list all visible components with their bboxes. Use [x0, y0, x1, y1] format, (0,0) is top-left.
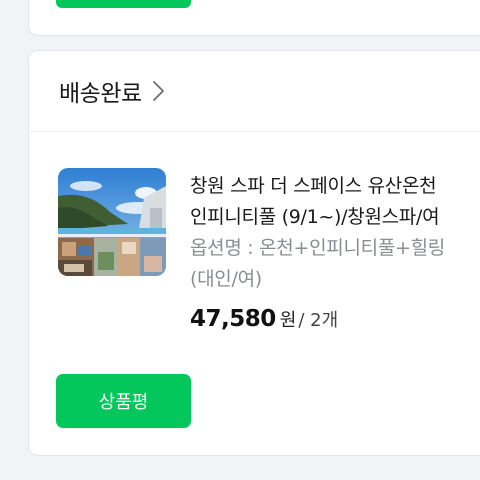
product-option-line-2: (대인/여)	[190, 268, 262, 290]
product-info: 창원 스파 더 스페이스 유산온천 인피니티풀 (9/1~)/창원스파/여 옵션…	[190, 171, 480, 332]
write-review-button[interactable]: 상품평	[56, 374, 191, 428]
previous-card-action-button[interactable]	[56, 0, 191, 8]
product-price: 47,580	[190, 306, 276, 332]
product-name-line-1[interactable]: 창원 스파 더 스페이스 유산온천	[190, 171, 480, 202]
delivery-status-title: 배송완료	[59, 81, 142, 107]
product-photo	[58, 168, 166, 276]
product-thumbnail[interactable]	[58, 168, 166, 276]
price-row: 47,580 원 / 2개	[190, 306, 480, 332]
product-quantity: / 2개	[298, 310, 339, 331]
product-name-line-2[interactable]: 인피니티풀 (9/1~)/창원스파/여	[190, 202, 480, 233]
price-unit: 원	[279, 310, 297, 331]
delivered-order-card: 배송완료 창원 스파 더 스페이스 유산온천 인피니티풀 (9/1~)/창원스파…	[28, 50, 480, 456]
previous-order-card	[28, 0, 480, 36]
delivery-status-header[interactable]: 배송완료	[29, 51, 480, 132]
chevron-right-icon	[152, 81, 164, 101]
product-option-line-1: 옵션명 : 온천+인피니티풀+힐링	[190, 237, 445, 259]
